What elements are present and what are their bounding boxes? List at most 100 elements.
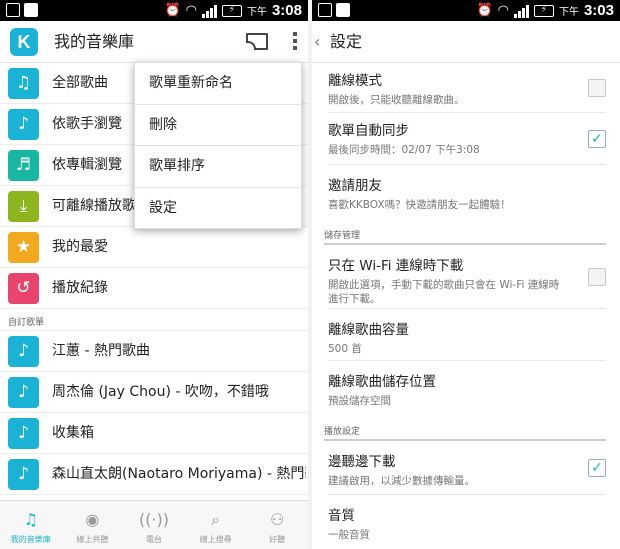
document-icon xyxy=(336,3,350,17)
setting-title: 歌單自動同步 xyxy=(328,123,409,139)
nav-library[interactable]: ♫ 我的音樂庫 xyxy=(0,501,62,549)
music-note-icon: ♪ xyxy=(8,377,39,408)
kkbox-logo-icon[interactable]: K xyxy=(10,28,38,56)
menu-delete[interactable]: 刪除 xyxy=(135,105,301,146)
storage-section-header: 儲存管理 xyxy=(324,219,606,245)
playlist-item[interactable]: ♪ 周杰倫 (Jay Chou) - 吹吻，不錯哦 xyxy=(0,372,308,413)
music-note-icon: ♪ xyxy=(8,418,39,449)
music-note-icon: ♪ xyxy=(8,336,39,367)
setting-subtitle: 開啟此選項，手動下載的歌曲只會在 Wi-Fi 連線時進行下載。 xyxy=(328,279,560,305)
music-library-screen: ⏰ ◠ ⚡ 下午 3:08 K 我的音樂庫 ♫ 全部歌曲 ♪ 依歌手瀏覽 ♬ 依… xyxy=(0,0,308,549)
setting-title: 離線歌曲容量 xyxy=(328,322,409,338)
wifi-icon: ◠ xyxy=(497,3,509,18)
playlist-label: 森山直太朗(Naotaro Moriyama) - 熱門歌曲 xyxy=(52,466,306,482)
setting-auto-sync[interactable]: 歌單自動同步 最後同步時間：02/07 下午3:08 ✓ xyxy=(328,113,606,165)
nav-label: 好聽 xyxy=(269,535,286,544)
nav-label: 我的音樂庫 xyxy=(10,535,51,544)
listen-together-icon: ◉ xyxy=(85,510,100,529)
setting-subtitle: 預設儲存空間 xyxy=(328,395,391,407)
page-title: 我的音樂庫 xyxy=(54,32,135,51)
document-icon xyxy=(24,3,38,17)
setting-title: 離線模式 xyxy=(328,73,382,89)
setting-subtitle: 500 首 xyxy=(328,343,362,355)
library-item-history[interactable]: ↺ 播放紀錄 xyxy=(0,268,308,309)
nav-listen-together[interactable]: ◉ 線上共聽 xyxy=(62,501,124,549)
status-time: 3:08 xyxy=(271,2,302,19)
setting-subtitle: 喜歡KKBOX嗎？快邀請朋友一起體驗！ xyxy=(328,199,511,211)
setting-subtitle: 最後同步時間：02/07 下午3:08 xyxy=(328,144,480,156)
settings-screen: ⏰ ◠ ⚡ 下午 3:03 ‹ 設定 離線模式 開啟後，只能收聽離線歌曲。 歌單… xyxy=(312,0,620,549)
stream-download-checkbox[interactable]: ✓ xyxy=(588,458,606,477)
nav-label: 線上共聽 xyxy=(76,535,109,544)
setting-subtitle: 建議啟用，以減少數據傳輸量。 xyxy=(328,475,475,487)
setting-offline-mode[interactable]: 離線模式 開啟後，只能收聽離線歌曲。 xyxy=(328,63,606,113)
wifi-only-checkbox[interactable] xyxy=(588,267,606,286)
back-chevron-icon[interactable]: ‹ xyxy=(312,21,320,63)
status-bar: ⏰ ◠ ⚡ 下午 3:08 xyxy=(0,0,308,21)
setting-subtitle: 一般音質 xyxy=(328,529,370,541)
setting-title: 離線歌曲儲存位置 xyxy=(328,374,436,390)
battery-icon: ⚡ xyxy=(533,4,554,17)
playlist-label: 周杰倫 (Jay Chou) - 吹吻，不錯哦 xyxy=(52,384,269,400)
playlist-label: 江蕙 - 熱門歌曲 xyxy=(52,343,150,359)
library-item-label: 我的最愛 xyxy=(52,239,108,255)
history-icon: ↺ xyxy=(8,273,39,304)
status-ampm: 下午 xyxy=(246,7,267,18)
setting-title: 只在 Wi-Fi 連線時下載 xyxy=(328,258,464,274)
playlist-item[interactable]: ♪ 收集箱 xyxy=(0,413,308,454)
nav-label: 線上搜尋 xyxy=(199,535,232,544)
setting-subtitle: 開啟後，只能收聽離線歌曲。 xyxy=(328,94,465,106)
nav-label: 電台 xyxy=(145,535,162,544)
setting-invite-friends[interactable]: 邀請朋友 喜歡KKBOX嗎？快邀請朋友一起體驗！ xyxy=(328,165,606,219)
status-bar: ⏰ ◠ ⚡ 下午 3:03 xyxy=(312,0,620,21)
setting-title: 音質 xyxy=(328,508,355,524)
setting-storage-location[interactable]: 離線歌曲儲存位置 預設儲存空間 xyxy=(328,361,606,415)
music-note-icon: ♪ xyxy=(8,459,39,490)
library-item-favorites[interactable]: ★ 我的最愛 xyxy=(0,227,308,268)
setting-stream-download[interactable]: 邊聽邊下載 建議啟用，以減少數據傳輸量。 ✓ xyxy=(328,441,606,495)
menu-settings[interactable]: 設定 xyxy=(135,188,301,230)
overflow-menu: 歌單重新命名 刪除 歌單排序 設定 xyxy=(134,62,302,229)
setting-offline-capacity[interactable]: 離線歌曲容量 500 首 xyxy=(328,309,606,361)
library-icon: ♫ xyxy=(23,510,38,529)
album-icon: ♬ xyxy=(8,150,39,181)
playlist-item[interactable]: ♪ 森山直太朗(Naotaro Moriyama) - 熱門歌曲 xyxy=(0,454,308,495)
music-list-icon: ♫ xyxy=(8,68,39,99)
playlist-item[interactable]: ♪ 江蕙 - 熱門歌曲 xyxy=(0,331,308,372)
nav-social[interactable]: ⚇ 好聽 xyxy=(246,501,308,549)
radio-icon: ((·)) xyxy=(138,510,170,529)
app-bar: K 我的音樂庫 xyxy=(0,21,308,63)
page-title: 設定 xyxy=(330,32,363,51)
setting-audio-quality[interactable]: 音質 一般音質 xyxy=(328,495,606,545)
menu-rename-playlist[interactable]: 歌單重新命名 xyxy=(135,63,301,105)
settings-app-bar: ‹ 設定 xyxy=(312,21,620,63)
notification-icon xyxy=(318,3,332,17)
notification-icon xyxy=(6,3,20,17)
setting-wifi-only[interactable]: 只在 Wi-Fi 連線時下載 開啟此選項，手動下載的歌曲只會在 Wi-Fi 連線… xyxy=(328,245,606,309)
setting-title: 邀請朋友 xyxy=(328,178,382,194)
offline-mode-checkbox[interactable] xyxy=(588,78,606,97)
playback-section-header: 播放設定 xyxy=(324,415,606,441)
setting-title: 邊聽邊下載 xyxy=(328,454,396,470)
custom-playlists-header: 自訂歌單 xyxy=(0,309,308,331)
cast-icon[interactable] xyxy=(246,33,268,50)
signal-icon xyxy=(513,4,529,18)
download-icon: ⤓ xyxy=(8,191,39,222)
menu-sort-playlists[interactable]: 歌單排序 xyxy=(135,146,301,188)
status-ampm: 下午 xyxy=(558,7,579,18)
status-time: 3:03 xyxy=(583,2,614,19)
auto-sync-checkbox[interactable]: ✓ xyxy=(588,129,606,148)
people-icon: ⚇ xyxy=(270,510,285,529)
playlist-label: 收集箱 xyxy=(52,425,94,441)
signal-icon xyxy=(201,4,217,18)
battery-icon: ⚡ xyxy=(221,4,242,17)
nav-radio[interactable]: ((·)) 電台 xyxy=(123,501,185,549)
library-item-label: 播放紀錄 xyxy=(52,280,108,296)
alarm-icon: ⏰ xyxy=(476,3,493,18)
more-options-icon[interactable] xyxy=(290,32,300,54)
nav-search[interactable]: ⌕ 線上搜尋 xyxy=(185,501,247,549)
wifi-icon: ◠ xyxy=(185,3,197,18)
settings-list: 離線模式 開啟後，只能收聽離線歌曲。 歌單自動同步 最後同步時間：02/07 下… xyxy=(312,63,620,545)
bottom-nav: ♫ 我的音樂庫 ◉ 線上共聽 ((·)) 電台 ⌕ 線上搜尋 ⚇ 好聽 xyxy=(0,500,308,549)
search-icon: ⌕ xyxy=(211,510,221,529)
